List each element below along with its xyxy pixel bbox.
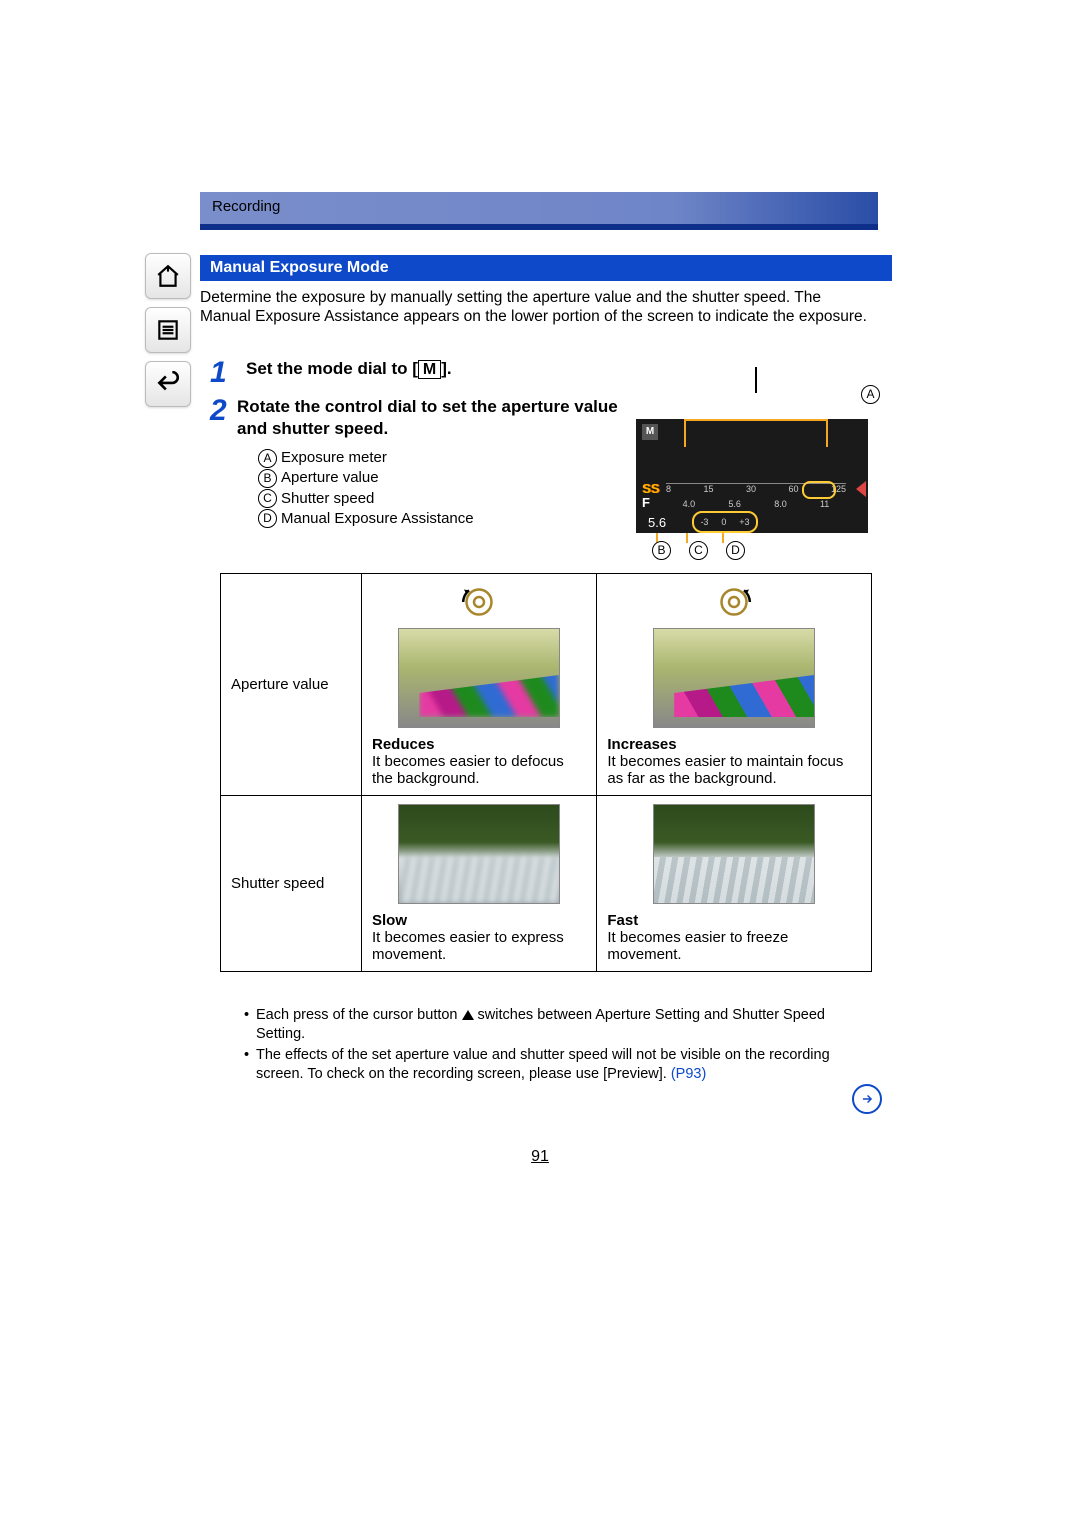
home-icon[interactable] bbox=[145, 253, 191, 299]
step-2: 2 Rotate the control dial to set the ape… bbox=[210, 396, 640, 440]
aperture-readout: 5.6 bbox=[648, 515, 666, 530]
cell-aperture-increases: Increases It becomes easier to maintain … bbox=[597, 574, 872, 796]
sample-image-focus bbox=[653, 628, 815, 728]
intro-paragraph: Determine the exposure by manually setti… bbox=[200, 288, 872, 327]
ss-label: SS bbox=[642, 481, 659, 496]
next-page-icon[interactable] bbox=[852, 1084, 882, 1114]
screen-diagram: A M SS F 8153060125 4.05.68.011 5.6 -30+ bbox=[636, 393, 872, 561]
annotation-c: C bbox=[689, 541, 708, 560]
f-scale: 4.05.68.011 bbox=[666, 499, 846, 509]
nav-icon-column bbox=[145, 253, 189, 415]
up-arrow-icon bbox=[462, 1010, 474, 1020]
note-2: The effects of the set aperture value an… bbox=[256, 1046, 878, 1084]
menu-icon[interactable] bbox=[145, 307, 191, 353]
section-heading: Manual Exposure Mode bbox=[200, 255, 892, 281]
page-link-p93[interactable]: (P93) bbox=[671, 1066, 706, 1082]
breadcrumb-label: Recording bbox=[200, 192, 878, 221]
notes-list: •Each press of the cursor button switche… bbox=[244, 1006, 878, 1085]
annotation-d: D bbox=[726, 541, 745, 560]
breadcrumb-bar: Recording bbox=[200, 192, 878, 230]
step-1-text: Set the mode dial to [M]. bbox=[246, 358, 452, 380]
legend-marker-b: B bbox=[258, 469, 277, 488]
note-1: Each press of the cursor button switches… bbox=[256, 1006, 878, 1044]
manual-page: Recording Manual Exposure Mode Determine… bbox=[0, 0, 1080, 1526]
step-1: 1 Set the mode dial to [M]. bbox=[210, 358, 850, 388]
red-arrow-icon bbox=[856, 481, 866, 497]
mode-indicator: M bbox=[642, 424, 658, 440]
cell-aperture-reduces: Reduces It becomes easier to defocus the… bbox=[362, 574, 597, 796]
dial-right-icon bbox=[714, 582, 754, 622]
cell-shutter-fast: Fast It becomes easier to freeze movemen… bbox=[597, 796, 872, 972]
row-label-shutter: Shutter speed bbox=[221, 796, 362, 972]
step-number: 1 bbox=[210, 358, 246, 388]
step-2-text: Rotate the control dial to set the apert… bbox=[237, 396, 640, 440]
back-icon[interactable] bbox=[145, 361, 191, 407]
effects-table: Aperture value Reduces It becomes easier… bbox=[220, 573, 872, 972]
sample-image-defocus bbox=[398, 628, 560, 728]
cell-shutter-slow: Slow It becomes easier to express moveme… bbox=[362, 796, 597, 972]
dial-left-icon bbox=[459, 582, 499, 622]
annotation-b: B bbox=[652, 541, 671, 560]
row-label-aperture: Aperture value bbox=[221, 574, 362, 796]
mode-m-icon: M bbox=[418, 360, 441, 380]
camera-screen: M SS F 8153060125 4.05.68.011 5.6 -30+3 bbox=[636, 419, 868, 533]
legend-list: AExposure meter BAperture value CShutter… bbox=[258, 448, 474, 529]
legend-marker-d: D bbox=[258, 509, 277, 528]
annotation-a: A bbox=[861, 385, 884, 404]
legend-marker-a: A bbox=[258, 449, 277, 468]
page-number: 91 bbox=[0, 1148, 1080, 1166]
sample-image-fast bbox=[653, 804, 815, 904]
step-number: 2 bbox=[210, 396, 237, 426]
legend-marker-c: C bbox=[258, 489, 277, 508]
sample-image-slow bbox=[398, 804, 560, 904]
f-label: F bbox=[642, 495, 650, 510]
ev-meter: -30+3 bbox=[692, 511, 758, 533]
